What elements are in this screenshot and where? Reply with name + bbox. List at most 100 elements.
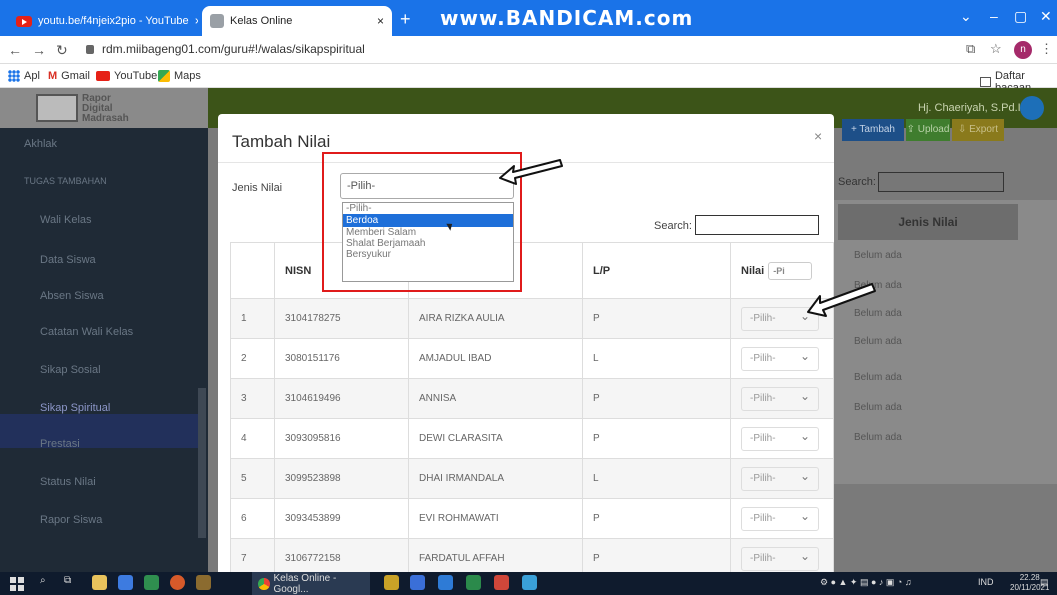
tab-youtube[interactable]: youtu.be/f4njeix2pio - YouTube ×	[8, 6, 198, 36]
cell-nilai: -Pilih-	[730, 498, 834, 539]
sidebar-item-sikap-sosial[interactable]: Sikap Sosial	[40, 364, 101, 376]
minimize-icon[interactable]: –	[990, 8, 998, 24]
nilai-select[interactable]: -Pilih-	[741, 465, 819, 491]
bandicam-watermark: www.BANDICAM.com	[440, 6, 694, 30]
nilai-select[interactable]: -Pilih-	[741, 345, 819, 371]
cell-nisn: 3104178275	[274, 298, 409, 339]
logo[interactable]: Rapor Digital Madrasah	[0, 88, 208, 128]
bookmark-star-icon[interactable]: ☆	[990, 41, 1002, 57]
nilai-select[interactable]: -Pilih-	[741, 505, 819, 531]
cell-lp: L	[582, 458, 731, 499]
cell-lp: P	[582, 418, 731, 459]
file-explorer-icon[interactable]	[118, 575, 133, 590]
column-header-no	[230, 242, 275, 299]
nilai-select[interactable]: -Pilih-	[741, 545, 819, 571]
new-tab-button[interactable]: +	[400, 9, 411, 30]
bookmark-label: Maps	[174, 70, 201, 82]
profile-avatar[interactable]: n	[1014, 41, 1032, 59]
modal-search-input[interactable]	[695, 215, 819, 235]
table-row: 4 3093095816 DEWI CLARASITA P -Pilih-	[230, 418, 834, 459]
export-button[interactable]: ⇩ Export	[952, 119, 1004, 141]
app-icon[interactable]	[410, 575, 425, 590]
nilai-select[interactable]: -Pilih-	[741, 385, 819, 411]
excel-icon[interactable]	[466, 575, 481, 590]
tab-title: Kelas Online	[230, 15, 293, 27]
background-search-input[interactable]	[878, 172, 1004, 192]
column-header-lp[interactable]: L/P	[582, 242, 731, 299]
menu-icon[interactable]: ⋮	[1040, 41, 1053, 57]
reload-icon[interactable]: ↻	[56, 42, 68, 59]
windows-start-icon[interactable]	[10, 577, 24, 591]
tambah-button[interactable]: + Tambah	[842, 119, 904, 141]
sidebar-item-catatan-wali-kelas[interactable]: Catatan Wali Kelas	[40, 326, 133, 338]
sidebar-item-data-siswa[interactable]: Data Siswa	[40, 254, 96, 266]
tab-kelas-online[interactable]: Kelas Online ×	[202, 6, 392, 36]
app-icon[interactable]	[438, 575, 453, 590]
app-icon[interactable]	[522, 575, 537, 590]
language-indicator[interactable]: IND	[978, 577, 994, 587]
jenis-nilai-cell: Belum ada	[854, 336, 902, 347]
sidebar-scrollbar[interactable]	[198, 388, 206, 538]
app-icon[interactable]	[196, 575, 211, 590]
app-icon[interactable]	[384, 575, 399, 590]
user-avatar-icon[interactable]	[1020, 96, 1044, 120]
url-text: rdm.miibageng01.com/guru#!/walas/sikapsp…	[102, 42, 365, 56]
cell-no: 2	[230, 338, 275, 379]
red-highlight-box	[322, 152, 522, 292]
forward-icon[interactable]: →	[32, 42, 46, 58]
gmail-icon: M	[48, 70, 58, 82]
nilai-header-select[interactable]: -Pi	[768, 261, 813, 280]
share-icon[interactable]: ⧉	[966, 41, 975, 57]
sidebar-item-rapor-siswa[interactable]: Rapor Siswa	[40, 514, 102, 526]
close-tab-icon[interactable]: ×	[377, 14, 384, 28]
bookmark-youtube[interactable]: YouTube	[96, 70, 157, 82]
task-view-icon[interactable]: ⧉	[64, 575, 71, 586]
modal-search-label: Search:	[654, 220, 692, 232]
search-icon[interactable]: ⌕	[40, 575, 46, 586]
sidebar-item-prestasi[interactable]: Prestasi	[40, 438, 80, 450]
upload-button[interactable]: ⇪ Upload	[906, 119, 950, 141]
kelas-online-icon	[210, 14, 224, 28]
nilai-select[interactable]: -Pilih-	[741, 425, 819, 451]
cell-lp: L	[582, 338, 731, 379]
jenis-nilai-label: Jenis Nilai	[232, 182, 283, 194]
bookmark-maps[interactable]: Maps	[158, 70, 201, 82]
jenis-nilai-cell: Belum ada	[854, 372, 902, 383]
cell-no: 7	[230, 538, 275, 574]
nilai-header-label: Nilai	[741, 264, 765, 277]
cell-nisn: 3093095816	[274, 418, 409, 459]
table-row: 7 3106772158 FARDATUL AFFAH P -Pilih-	[230, 538, 834, 574]
system-tray-icons[interactable]: ⚙ ● ▲ ✦ ▤ ● ♪ ▣ ◔ ♫	[820, 577, 912, 588]
bookmark-gmail[interactable]: M Gmail	[48, 70, 90, 82]
sidebar-item-absen-siswa[interactable]: Absen Siswa	[40, 290, 104, 302]
sidebar-item-akhlak[interactable]: Akhlak	[24, 138, 57, 150]
bookmark-apps[interactable]: Apl	[8, 70, 40, 82]
jenis-nilai-column-header: Jenis Nilai	[838, 204, 1018, 240]
cell-nama: DHAI IRMANDALA	[408, 458, 583, 499]
close-tab-icon[interactable]: ×	[195, 14, 198, 28]
taskbar-chrome[interactable]: Kelas Online - Googl...	[252, 572, 370, 595]
cell-no: 1	[230, 298, 275, 339]
windows-taskbar: ⌕ ⧉ Kelas Online - Googl... ⚙ ● ▲ ✦ ▤ ● …	[0, 572, 1057, 595]
cell-lp: P	[582, 498, 731, 539]
modal-close-icon[interactable]: ×	[814, 128, 822, 144]
sidebar-item-sikap-spiritual[interactable]: Sikap Spiritual	[40, 402, 110, 414]
cell-nilai: -Pilih-	[730, 418, 834, 459]
back-icon[interactable]: ←	[8, 42, 22, 58]
bookmark-label: YouTube	[114, 70, 158, 82]
app-icon[interactable]	[144, 575, 159, 590]
store-icon[interactable]	[92, 575, 107, 590]
window-close-icon[interactable]: ✕	[1040, 8, 1052, 25]
sidebar-group-wali-kelas[interactable]: Wali Kelas	[40, 214, 92, 226]
cell-nilai: -Pilih-	[730, 458, 834, 499]
notification-icon[interactable]: ▤	[1040, 577, 1049, 588]
firefox-icon[interactable]	[170, 575, 185, 590]
maximize-icon[interactable]: ▢	[1014, 8, 1027, 25]
sidebar-item-status-nilai[interactable]: Status Nilai	[40, 476, 96, 488]
url-field[interactable]: rdm.miibageng01.com/guru#!/walas/sikapsp…	[86, 42, 365, 56]
user-name[interactable]: Hj. Chaeriyah, S.Pd.I	[918, 102, 1021, 114]
tab-search-icon[interactable]: ⌄	[960, 8, 972, 25]
sidebar-section-title: TUGAS TAMBAHAN	[24, 176, 107, 186]
apps-grid-icon	[8, 70, 20, 82]
app-icon[interactable]	[494, 575, 509, 590]
